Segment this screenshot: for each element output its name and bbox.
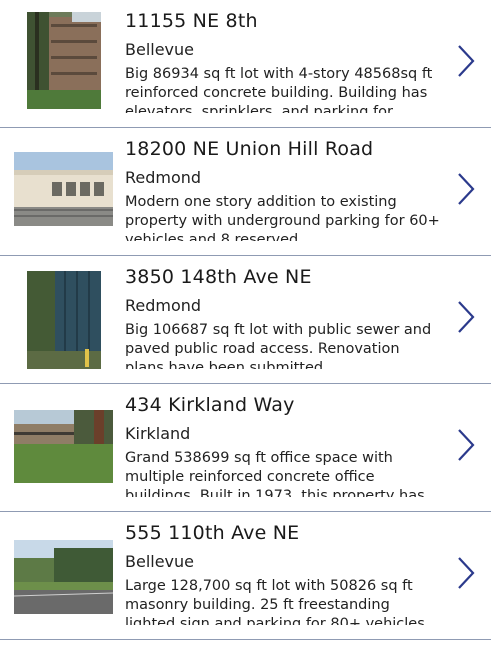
chevron-right-icon[interactable] xyxy=(455,44,477,78)
listing-description: Large 128,700 sq ft lot with 50826 sq ft… xyxy=(125,578,425,625)
list-item[interactable]: 3850 148th Ave NE Redmond Big 106687 sq … xyxy=(0,256,491,384)
listing-description: Grand 538699 sq ft office space with mul… xyxy=(125,450,425,497)
property-list: 11155 NE 8th Bellevue Big 86934 sq ft lo… xyxy=(0,0,491,640)
listing-description: Modern one story addition to existing pr… xyxy=(125,194,440,241)
listing-city: Redmond xyxy=(125,296,202,315)
single-story-building-photo xyxy=(14,152,113,226)
listing-address: 18200 NE Union Hill Road xyxy=(125,138,374,160)
listing-city: Bellevue xyxy=(125,552,195,571)
listing-address: 3850 148th Ave NE xyxy=(125,266,312,288)
listing-address: 555 110th Ave NE xyxy=(125,522,300,544)
office-campus-photo xyxy=(14,410,113,483)
chevron-right-icon[interactable] xyxy=(455,300,477,334)
list-item[interactable]: 434 Kirkland Way Kirkland Grand 538699 s… xyxy=(0,384,491,512)
list-item[interactable]: 11155 NE 8th Bellevue Big 86934 sq ft lo… xyxy=(0,0,491,128)
chevron-right-icon[interactable] xyxy=(455,428,477,462)
listing-city: Redmond xyxy=(125,168,202,187)
office-building-photo xyxy=(27,12,101,109)
parking-lot-photo xyxy=(14,540,113,614)
listing-city: Kirkland xyxy=(125,424,191,443)
listing-address: 11155 NE 8th xyxy=(125,10,258,32)
listing-city: Bellevue xyxy=(125,40,195,59)
listing-address: 434 Kirkland Way xyxy=(125,394,295,416)
listing-description: Big 86934 sq ft lot with 4-story 48568sq… xyxy=(125,66,433,113)
chevron-right-icon[interactable] xyxy=(455,172,477,206)
glass-building-photo xyxy=(27,271,101,369)
chevron-right-icon[interactable] xyxy=(455,556,477,590)
list-item[interactable]: 555 110th Ave NE Bellevue Large 128,700 … xyxy=(0,512,491,640)
listing-description: Big 106687 sq ft lot with public sewer a… xyxy=(125,322,432,369)
list-item[interactable]: 18200 NE Union Hill Road Redmond Modern … xyxy=(0,128,491,256)
